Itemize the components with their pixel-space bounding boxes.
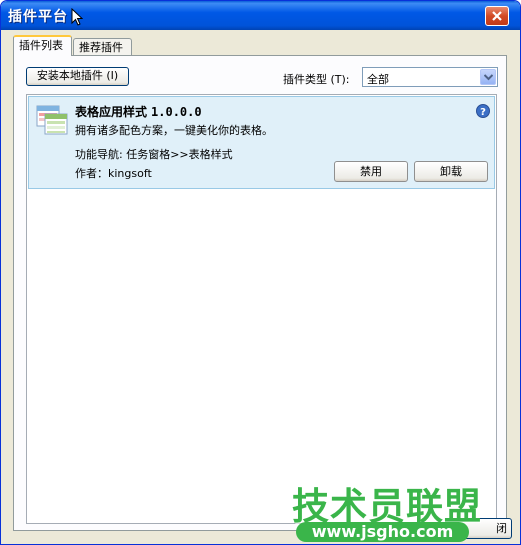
tab-plugin-list[interactable]: 插件列表 (13, 35, 72, 56)
title-bar[interactable]: 插件平台 (1, 1, 520, 30)
plugin-name: 表格应用样式 (75, 105, 148, 119)
svg-text:?: ? (480, 107, 486, 118)
disable-button[interactable]: 禁用 (334, 161, 408, 182)
watermark: 技术员联盟 www.jsgho.com (288, 476, 498, 544)
dropdown-button[interactable] (480, 69, 496, 85)
uninstall-button[interactable]: 卸载 (414, 161, 488, 182)
help-icon[interactable]: ? (476, 104, 490, 118)
plugin-nav-path: 功能导航: 任务窗格>>表格样式 (75, 148, 233, 161)
plugin-title: 表格应用样式 1.0.0.0 (75, 103, 202, 120)
mouse-cursor-icon (71, 8, 83, 26)
watermark-url: www.jsgho.com (296, 522, 469, 542)
plugin-list[interactable]: 表格应用样式 1.0.0.0 拥有诸多配色方案，一键美化你的表格。 功能导航: 任… (26, 94, 497, 524)
plugin-table-icon (36, 105, 68, 135)
plugin-author: 作者：kingsoft (75, 167, 152, 180)
install-local-plugin-button[interactable]: 安装本地插件 (I) (26, 67, 129, 86)
dropdown-arrow-icon (484, 74, 493, 81)
plugin-description: 拥有诸多配色方案，一键美化你的表格。 (75, 124, 273, 137)
window-title: 插件平台 (8, 9, 68, 25)
plugin-version: 1.0.0.0 (151, 105, 202, 119)
plugin-list-item[interactable]: 表格应用样式 1.0.0.0 拥有诸多配色方案，一键美化你的表格。 功能导航: 任… (28, 96, 495, 189)
close-icon (492, 11, 502, 21)
plugin-type-select[interactable]: 全部 (362, 67, 498, 87)
plugin-type-label: 插件类型 (T): (283, 73, 350, 86)
tab-panel: 安装本地插件 (I) 插件类型 (T): 全部 表格应用样式 1.0.0.0 拥… (13, 55, 507, 531)
plugin-type-value: 全部 (367, 73, 389, 86)
close-button[interactable] (485, 6, 509, 26)
plugin-platform-window: 插件平台 插件列表 推荐插件 安装本地插件 (I) 插件类型 (T): 全部 表… (0, 0, 521, 545)
